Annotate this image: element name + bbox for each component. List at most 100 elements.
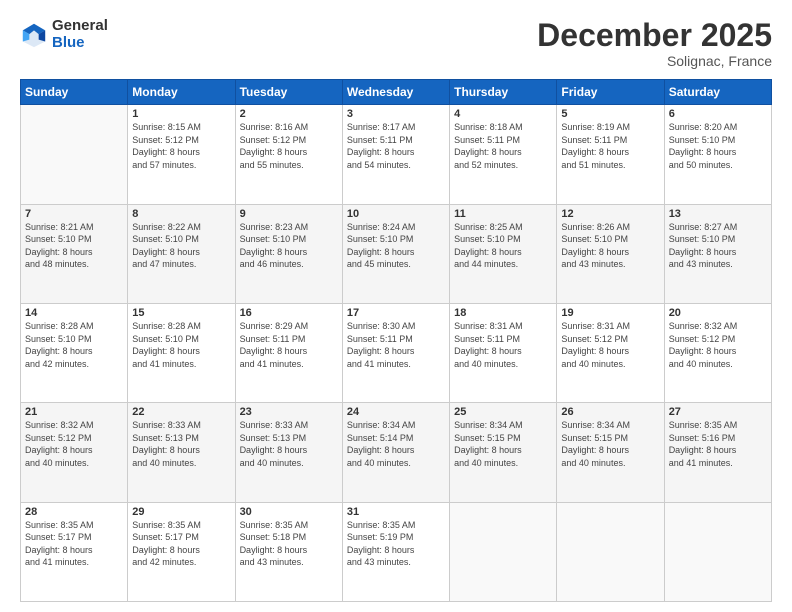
calendar-cell: 7Sunrise: 8:21 AM Sunset: 5:10 PM Daylig…	[21, 204, 128, 303]
calendar-cell	[21, 105, 128, 204]
calendar-cell: 15Sunrise: 8:28 AM Sunset: 5:10 PM Dayli…	[128, 303, 235, 402]
calendar-cell: 18Sunrise: 8:31 AM Sunset: 5:11 PM Dayli…	[450, 303, 557, 402]
calendar-cell	[557, 502, 664, 601]
weekday-header: Wednesday	[342, 80, 449, 105]
day-info: Sunrise: 8:31 AM Sunset: 5:11 PM Dayligh…	[454, 320, 552, 370]
day-info: Sunrise: 8:25 AM Sunset: 5:10 PM Dayligh…	[454, 221, 552, 271]
day-info: Sunrise: 8:20 AM Sunset: 5:10 PM Dayligh…	[669, 121, 767, 171]
calendar-week-row: 21Sunrise: 8:32 AM Sunset: 5:12 PM Dayli…	[21, 403, 772, 502]
day-number: 6	[669, 108, 767, 120]
calendar-cell: 6Sunrise: 8:20 AM Sunset: 5:10 PM Daylig…	[664, 105, 771, 204]
calendar-cell: 19Sunrise: 8:31 AM Sunset: 5:12 PM Dayli…	[557, 303, 664, 402]
calendar-cell: 17Sunrise: 8:30 AM Sunset: 5:11 PM Dayli…	[342, 303, 449, 402]
day-number: 24	[347, 406, 445, 418]
day-info: Sunrise: 8:24 AM Sunset: 5:10 PM Dayligh…	[347, 221, 445, 271]
calendar-cell: 20Sunrise: 8:32 AM Sunset: 5:12 PM Dayli…	[664, 303, 771, 402]
day-number: 21	[25, 406, 123, 418]
main-title: December 2025	[537, 18, 772, 53]
day-number: 19	[561, 307, 659, 319]
day-info: Sunrise: 8:35 AM Sunset: 5:16 PM Dayligh…	[669, 419, 767, 469]
calendar-cell: 13Sunrise: 8:27 AM Sunset: 5:10 PM Dayli…	[664, 204, 771, 303]
logo: General Blue	[20, 18, 108, 51]
calendar-cell: 30Sunrise: 8:35 AM Sunset: 5:18 PM Dayli…	[235, 502, 342, 601]
day-info: Sunrise: 8:35 AM Sunset: 5:17 PM Dayligh…	[132, 519, 230, 569]
calendar-cell: 28Sunrise: 8:35 AM Sunset: 5:17 PM Dayli…	[21, 502, 128, 601]
day-info: Sunrise: 8:21 AM Sunset: 5:10 PM Dayligh…	[25, 221, 123, 271]
day-info: Sunrise: 8:35 AM Sunset: 5:19 PM Dayligh…	[347, 519, 445, 569]
weekday-header: Tuesday	[235, 80, 342, 105]
day-number: 7	[25, 208, 123, 220]
day-number: 12	[561, 208, 659, 220]
calendar-week-row: 7Sunrise: 8:21 AM Sunset: 5:10 PM Daylig…	[21, 204, 772, 303]
calendar-cell: 11Sunrise: 8:25 AM Sunset: 5:10 PM Dayli…	[450, 204, 557, 303]
weekday-header: Sunday	[21, 80, 128, 105]
calendar-cell: 5Sunrise: 8:19 AM Sunset: 5:11 PM Daylig…	[557, 105, 664, 204]
calendar-cell: 4Sunrise: 8:18 AM Sunset: 5:11 PM Daylig…	[450, 105, 557, 204]
logo-blue: Blue	[52, 35, 108, 52]
calendar-cell: 22Sunrise: 8:33 AM Sunset: 5:13 PM Dayli…	[128, 403, 235, 502]
day-number: 31	[347, 506, 445, 518]
day-info: Sunrise: 8:34 AM Sunset: 5:14 PM Dayligh…	[347, 419, 445, 469]
day-info: Sunrise: 8:34 AM Sunset: 5:15 PM Dayligh…	[561, 419, 659, 469]
calendar-cell: 2Sunrise: 8:16 AM Sunset: 5:12 PM Daylig…	[235, 105, 342, 204]
calendar-cell: 31Sunrise: 8:35 AM Sunset: 5:19 PM Dayli…	[342, 502, 449, 601]
calendar-cell: 16Sunrise: 8:29 AM Sunset: 5:11 PM Dayli…	[235, 303, 342, 402]
day-info: Sunrise: 8:23 AM Sunset: 5:10 PM Dayligh…	[240, 221, 338, 271]
day-info: Sunrise: 8:33 AM Sunset: 5:13 PM Dayligh…	[132, 419, 230, 469]
day-number: 20	[669, 307, 767, 319]
calendar-cell: 23Sunrise: 8:33 AM Sunset: 5:13 PM Dayli…	[235, 403, 342, 502]
calendar-cell: 26Sunrise: 8:34 AM Sunset: 5:15 PM Dayli…	[557, 403, 664, 502]
day-number: 1	[132, 108, 230, 120]
weekday-header: Thursday	[450, 80, 557, 105]
day-info: Sunrise: 8:32 AM Sunset: 5:12 PM Dayligh…	[669, 320, 767, 370]
calendar-cell: 27Sunrise: 8:35 AM Sunset: 5:16 PM Dayli…	[664, 403, 771, 502]
day-info: Sunrise: 8:31 AM Sunset: 5:12 PM Dayligh…	[561, 320, 659, 370]
calendar-cell: 24Sunrise: 8:34 AM Sunset: 5:14 PM Dayli…	[342, 403, 449, 502]
calendar-cell: 14Sunrise: 8:28 AM Sunset: 5:10 PM Dayli…	[21, 303, 128, 402]
day-number: 23	[240, 406, 338, 418]
calendar-cell: 10Sunrise: 8:24 AM Sunset: 5:10 PM Dayli…	[342, 204, 449, 303]
calendar: SundayMondayTuesdayWednesdayThursdayFrid…	[20, 79, 772, 602]
day-info: Sunrise: 8:15 AM Sunset: 5:12 PM Dayligh…	[132, 121, 230, 171]
day-info: Sunrise: 8:28 AM Sunset: 5:10 PM Dayligh…	[132, 320, 230, 370]
day-info: Sunrise: 8:19 AM Sunset: 5:11 PM Dayligh…	[561, 121, 659, 171]
day-number: 14	[25, 307, 123, 319]
day-number: 18	[454, 307, 552, 319]
calendar-cell: 21Sunrise: 8:32 AM Sunset: 5:12 PM Dayli…	[21, 403, 128, 502]
logo-general: General	[52, 18, 108, 35]
calendar-cell	[450, 502, 557, 601]
calendar-cell: 29Sunrise: 8:35 AM Sunset: 5:17 PM Dayli…	[128, 502, 235, 601]
day-number: 29	[132, 506, 230, 518]
day-info: Sunrise: 8:28 AM Sunset: 5:10 PM Dayligh…	[25, 320, 123, 370]
calendar-cell	[664, 502, 771, 601]
day-info: Sunrise: 8:34 AM Sunset: 5:15 PM Dayligh…	[454, 419, 552, 469]
calendar-cell: 3Sunrise: 8:17 AM Sunset: 5:11 PM Daylig…	[342, 105, 449, 204]
day-number: 17	[347, 307, 445, 319]
title-section: December 2025 Solignac, France	[537, 18, 772, 69]
day-number: 10	[347, 208, 445, 220]
day-number: 26	[561, 406, 659, 418]
header: General Blue December 2025 Solignac, Fra…	[20, 18, 772, 69]
day-number: 22	[132, 406, 230, 418]
day-number: 11	[454, 208, 552, 220]
day-number: 9	[240, 208, 338, 220]
day-number: 2	[240, 108, 338, 120]
calendar-cell: 8Sunrise: 8:22 AM Sunset: 5:10 PM Daylig…	[128, 204, 235, 303]
day-info: Sunrise: 8:35 AM Sunset: 5:18 PM Dayligh…	[240, 519, 338, 569]
day-info: Sunrise: 8:26 AM Sunset: 5:10 PM Dayligh…	[561, 221, 659, 271]
day-info: Sunrise: 8:16 AM Sunset: 5:12 PM Dayligh…	[240, 121, 338, 171]
day-number: 5	[561, 108, 659, 120]
day-number: 25	[454, 406, 552, 418]
day-number: 16	[240, 307, 338, 319]
subtitle: Solignac, France	[537, 53, 772, 69]
calendar-week-row: 14Sunrise: 8:28 AM Sunset: 5:10 PM Dayli…	[21, 303, 772, 402]
calendar-header-row: SundayMondayTuesdayWednesdayThursdayFrid…	[21, 80, 772, 105]
day-number: 4	[454, 108, 552, 120]
day-info: Sunrise: 8:17 AM Sunset: 5:11 PM Dayligh…	[347, 121, 445, 171]
weekday-header: Monday	[128, 80, 235, 105]
calendar-cell: 1Sunrise: 8:15 AM Sunset: 5:12 PM Daylig…	[128, 105, 235, 204]
logo-icon	[20, 21, 48, 49]
day-info: Sunrise: 8:29 AM Sunset: 5:11 PM Dayligh…	[240, 320, 338, 370]
page: General Blue December 2025 Solignac, Fra…	[0, 0, 792, 612]
calendar-week-row: 28Sunrise: 8:35 AM Sunset: 5:17 PM Dayli…	[21, 502, 772, 601]
